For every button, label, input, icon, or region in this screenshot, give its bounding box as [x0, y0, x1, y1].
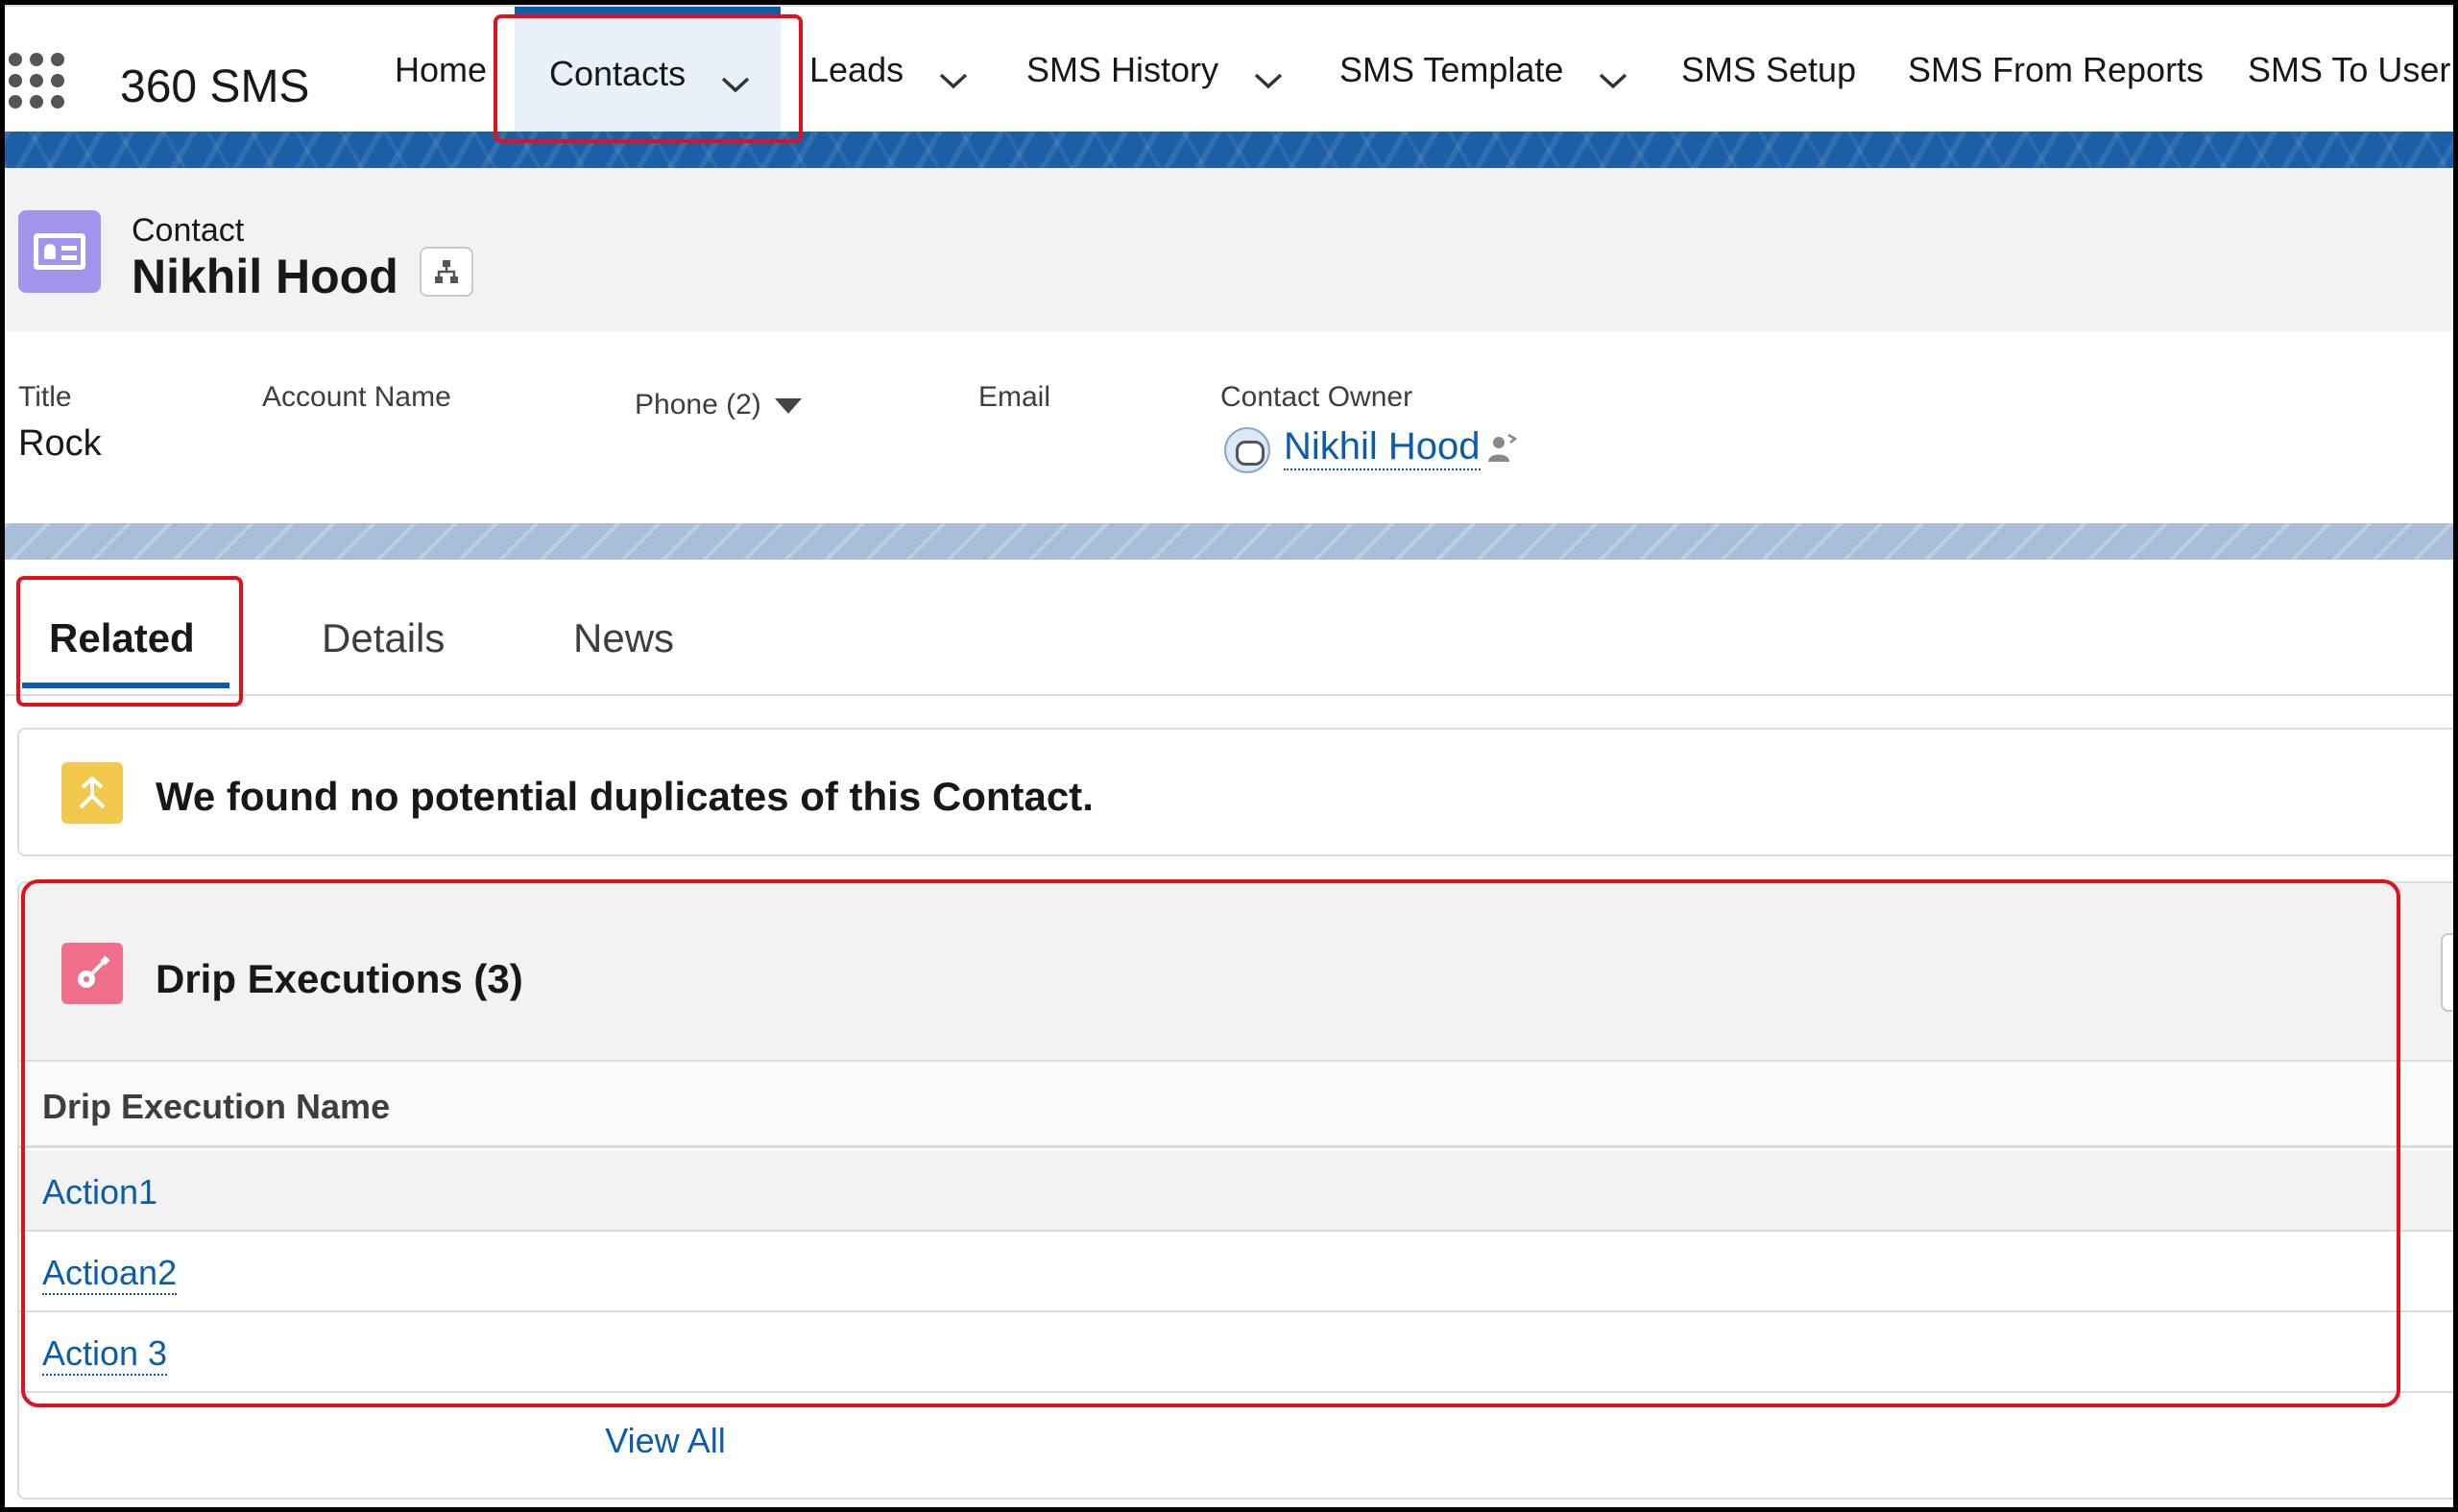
chevron-down-icon[interactable] [1253, 59, 1283, 89]
nav-item-label: SMS History [1026, 50, 1219, 89]
chevron-down-icon[interactable] [1598, 59, 1627, 89]
table-row: Action 3 [19, 1312, 2458, 1393]
nav-item-sms-template[interactable]: SMS Template [1339, 7, 1627, 133]
nav-item-home[interactable]: Home [395, 7, 487, 133]
brand-band [5, 132, 2453, 168]
nav-item-label: Home [395, 50, 488, 89]
app-launcher-icon[interactable] [9, 53, 64, 108]
nav-item-sms-to-user[interactable]: SMS To User [2248, 7, 2450, 133]
duplicates-message: We found no potential duplicates of this… [156, 774, 1094, 819]
table-row: Action1 [19, 1151, 2458, 1232]
drip-executions-card: Drip Executions (3) Drip Execution Name … [17, 881, 2458, 1500]
title-label: Title [18, 381, 72, 413]
table-row: Actioan2 [19, 1232, 2458, 1312]
change-owner-icon[interactable] [1485, 431, 1518, 464]
email-label: Email [978, 381, 1051, 413]
app-name: 360 SMS [120, 61, 310, 112]
decorative-band [5, 523, 2453, 560]
tab-related[interactable]: Related [49, 615, 195, 661]
drip-execution-link[interactable]: Action1 [42, 1172, 157, 1212]
nav-item-leads[interactable]: Leads [809, 7, 968, 133]
nav-item-label: SMS Setup [1681, 50, 1857, 89]
phone-dropdown[interactable]: Phone (2) [635, 389, 802, 421]
drip-execution-link[interactable]: Action 3 [42, 1333, 168, 1376]
active-tab-indicator [22, 683, 229, 688]
global-nav: 360 SMS Home Contacts Leads SMS History … [5, 5, 2453, 133]
record-header: Contact Nikhil Hood [5, 168, 2453, 331]
view-all-link[interactable]: View All [19, 1421, 1312, 1461]
hierarchy-icon [435, 260, 458, 283]
nav-item-sms-setup[interactable]: SMS Setup [1681, 7, 1856, 133]
drip-executions-title[interactable]: Drip Executions (3) [156, 956, 523, 1002]
tab-news[interactable]: News [573, 615, 674, 661]
nav-item-label: Leads [809, 50, 904, 89]
chevron-down-icon[interactable] [938, 59, 968, 89]
nav-item-sms-history[interactable]: SMS History [1026, 7, 1283, 133]
caret-down-icon [774, 398, 802, 415]
list-actions-button[interactable] [2441, 933, 2458, 1012]
owner-avatar-icon [1224, 427, 1270, 473]
nav-item-sms-from-reports[interactable]: SMS From Reports [1908, 7, 2204, 133]
guitar-icon [61, 943, 123, 1004]
column-header-label: Drip Execution Name [42, 1087, 391, 1126]
object-label: Contact [132, 212, 245, 249]
contact-owner-label: Contact Owner [1220, 381, 1413, 413]
record-tabs: Related Details News [5, 560, 2453, 696]
contact-owner-link[interactable]: Nikhil Hood [1284, 425, 1481, 470]
nav-item-label: SMS Template [1339, 50, 1564, 89]
chevron-down-icon[interactable] [720, 62, 750, 93]
drip-executions-header: Drip Executions (3) [19, 883, 2458, 1062]
contact-card-icon [18, 210, 101, 293]
nav-item-label: SMS To User [2248, 50, 2451, 89]
record-name: Nikhil Hood [132, 250, 398, 303]
account-name-label: Account Name [262, 381, 451, 413]
title-value: Rock [18, 423, 102, 464]
tab-details[interactable]: Details [322, 615, 445, 661]
hierarchy-button[interactable] [420, 247, 473, 297]
nav-item-label: Contacts [549, 54, 687, 93]
duplicate-icon [61, 762, 123, 824]
nav-item-label: SMS From Reports [1908, 50, 2205, 89]
column-header[interactable]: Drip Execution Name [19, 1062, 2458, 1148]
highlights-panel: Title Rock Account Name Phone (2) Email … [5, 331, 2453, 523]
drip-execution-link[interactable]: Actioan2 [42, 1253, 178, 1295]
duplicates-card: We found no potential duplicates of this… [17, 728, 2458, 856]
nav-item-contacts[interactable]: Contacts [515, 7, 781, 133]
phone-label: Phone (2) [635, 389, 761, 420]
